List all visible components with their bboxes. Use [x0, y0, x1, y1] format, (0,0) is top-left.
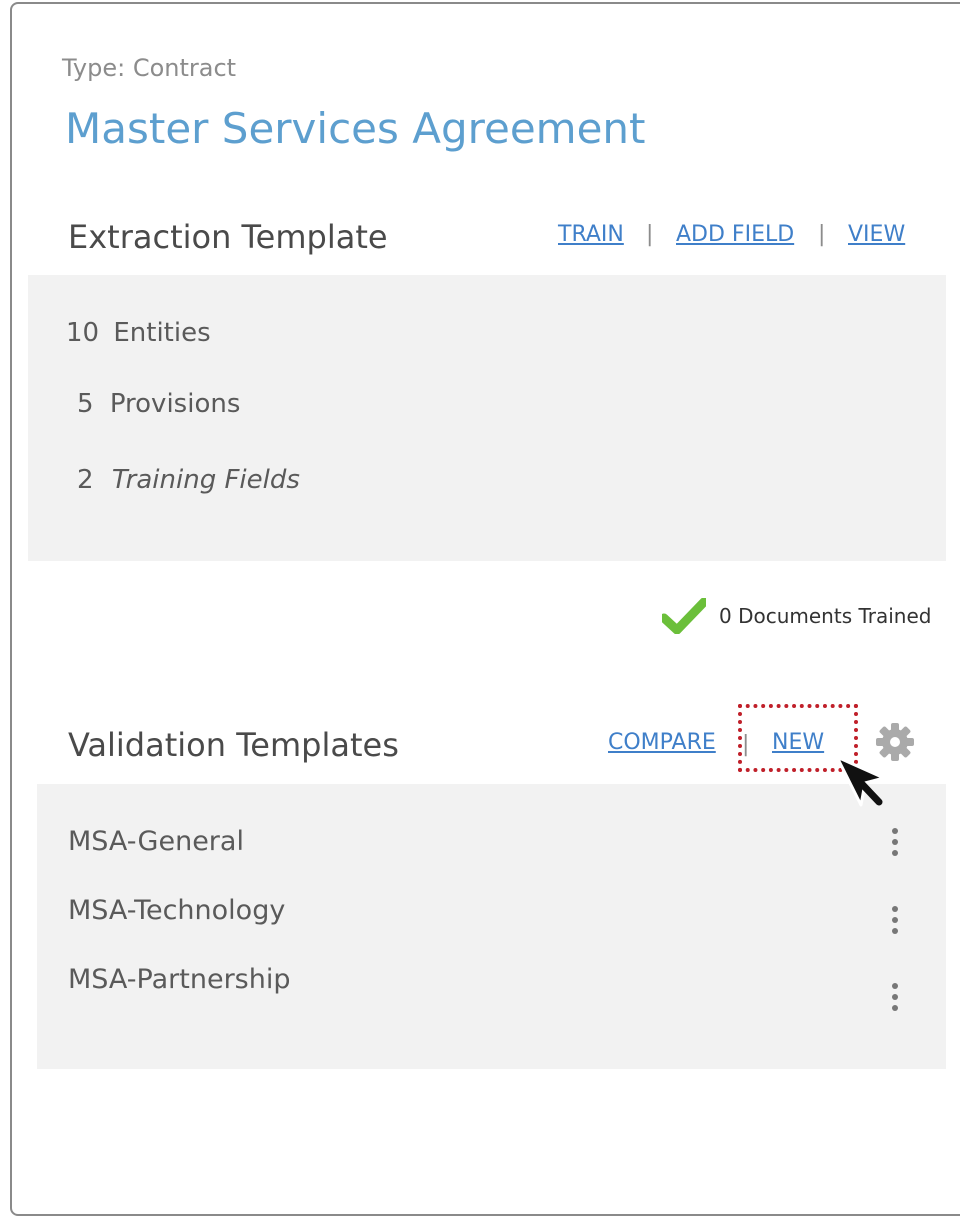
train-link[interactable]: TRAIN [558, 222, 624, 247]
page-title: Master Services Agreement [65, 104, 646, 153]
list-item[interactable]: MSA-Partnership [68, 964, 291, 995]
more-vertical-icon[interactable] [889, 828, 901, 864]
entities-stat: 10 Entities [66, 318, 211, 348]
provisions-label: Provisions [109, 389, 241, 419]
pointer-cursor-icon [835, 755, 886, 807]
link-separator: | [646, 222, 654, 247]
documents-trained-status: 0 Documents Trained [719, 604, 932, 628]
extraction-template-heading: Extraction Template [68, 218, 388, 256]
document-type-label: Type: Contract [62, 54, 237, 82]
provisions-stat: 5 Provisions [77, 389, 240, 419]
training-fields-count: 2 [77, 465, 94, 495]
validation-templates-heading: Validation Templates [68, 726, 399, 764]
link-separator: | [818, 222, 826, 247]
training-fields-stat: 2 Training Fields [77, 465, 300, 495]
entities-count: 10 [66, 318, 100, 348]
compare-link[interactable]: COMPARE [608, 730, 716, 755]
view-link[interactable]: VIEW [848, 222, 905, 247]
entities-label: Entities [113, 318, 211, 348]
list-item[interactable]: MSA-Technology [68, 895, 285, 926]
training-fields-label: Training Fields [111, 465, 300, 495]
more-vertical-icon[interactable] [889, 983, 901, 1019]
provisions-count: 5 [77, 389, 94, 419]
check-icon [662, 598, 706, 634]
list-item[interactable]: MSA-General [68, 826, 244, 857]
add-field-link[interactable]: ADD FIELD [676, 222, 794, 247]
more-vertical-icon[interactable] [889, 906, 901, 942]
